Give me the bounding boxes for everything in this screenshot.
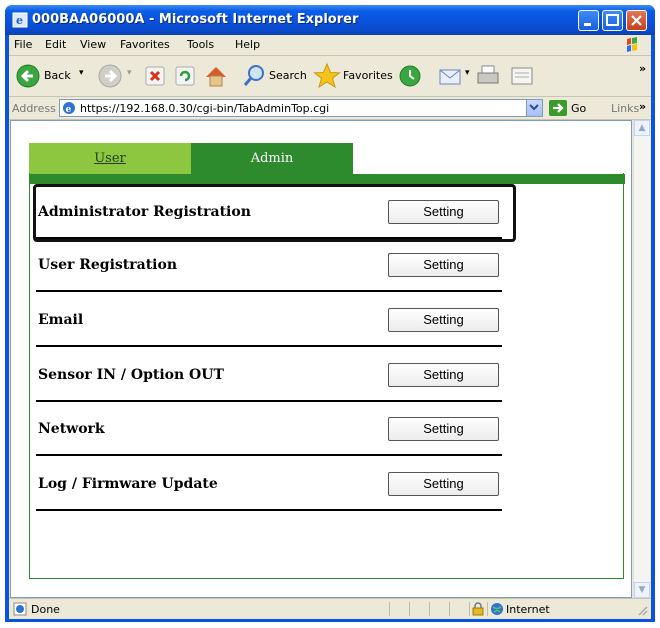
home-icon[interactable] [203,62,229,90]
address-bar: Address e https://192.168.0.30/cgi-bin/T… [9,97,651,120]
scroll-down-icon[interactable]: ▼ [634,582,650,598]
tab-admin[interactable]: Admin [191,143,353,174]
page-done-icon [13,602,27,616]
maximize-icon [606,14,619,26]
back-arrow-icon[interactable] [15,62,41,90]
mail-icon[interactable] [437,62,465,90]
setting-label: Log / Firmware Update [38,476,218,492]
search-label[interactable]: Search [269,69,307,82]
tab-user[interactable]: User [29,143,191,174]
setting-row-administrator-registration: Administrator Registration Setting [33,184,516,242]
status-bar: Done Internet [9,598,651,619]
tab-user-label[interactable]: User [94,151,126,166]
back-dropdown-icon[interactable]: ▾ [79,68,84,78]
status-divider [487,602,488,616]
zone-text: Internet [506,603,550,616]
status-divider [449,602,450,616]
setting-button[interactable]: Setting [388,472,499,496]
edit-page-icon[interactable] [509,62,535,90]
go-label[interactable]: Go [571,102,586,115]
setting-label: User Registration [38,257,177,273]
setting-label: Email [38,312,84,328]
links-label[interactable]: Links [611,102,639,115]
setting-button[interactable]: Setting [388,200,499,224]
vertical-scrollbar[interactable]: ▲ ▼ [633,120,650,598]
address-input[interactable]: e https://192.168.0.30/cgi-bin/TabAdminT… [59,99,543,117]
svg-text:e: e [16,14,23,27]
row-divider [36,290,502,292]
minimize-icon [584,23,591,26]
row-divider [36,454,502,456]
setting-row-user-registration: User Registration Setting [36,240,502,292]
status-divider [389,602,390,616]
favorites-label[interactable]: Favorites [343,69,393,82]
setting-button[interactable]: Setting [388,363,499,387]
menu-tools[interactable]: Tools [187,38,214,51]
address-url: https://192.168.0.30/cgi-bin/TabAdminTop… [80,102,330,115]
print-icon[interactable] [475,62,501,90]
setting-label: Sensor IN / Option OUT [38,367,224,383]
tab-admin-label: Admin [250,151,294,166]
close-button[interactable] [626,10,647,31]
setting-button[interactable]: Setting [388,417,499,441]
row-divider [36,509,502,511]
close-icon [631,15,642,26]
back-label[interactable]: Back [44,69,71,82]
menu-view[interactable]: View [80,38,106,51]
history-icon[interactable] [397,62,423,90]
title-bar[interactable]: e 000BAA06000A - Microsoft Internet Expl… [5,5,655,35]
setting-row-sensor-in-option-out: Sensor IN / Option OUT Setting [36,350,502,402]
menu-favorites[interactable]: Favorites [120,38,170,51]
browser-window: e 000BAA06000A - Microsoft Internet Expl… [5,5,655,622]
row-divider [36,237,502,239]
address-label: Address [12,102,56,115]
menu-file[interactable]: File [14,38,32,51]
setting-button[interactable]: Setting [388,253,499,277]
favorites-star-icon[interactable] [313,62,341,90]
mail-dropdown-icon[interactable]: ▾ [465,68,470,78]
status-divider [429,602,430,616]
search-icon[interactable] [241,62,267,90]
page-icon: e [63,102,75,115]
svg-text:e: e [66,105,72,115]
row-divider [36,345,502,347]
internet-zone-icon [491,603,503,615]
resize-grip-icon[interactable] [637,605,649,617]
status-text: Done [31,603,60,616]
links-overflow-icon[interactable]: » [639,100,646,113]
browser-client: File Edit View Favorites Tools Help Back… [9,35,651,619]
window-title: 000BAA06000A - Microsoft Internet Explor… [32,12,359,27]
toolbar-overflow-icon[interactable]: » [639,62,646,75]
menu-edit[interactable]: Edit [45,38,66,51]
forward-arrow-icon[interactable] [97,62,123,90]
refresh-icon[interactable] [173,62,197,90]
go-arrow-icon [553,103,564,113]
address-dropdown-button[interactable] [526,100,542,116]
stop-icon[interactable] [143,62,167,90]
ie-app-icon: e [12,12,28,28]
maximize-button[interactable] [602,10,623,31]
minimize-button[interactable] [578,10,599,31]
scroll-up-icon[interactable]: ▲ [634,120,650,136]
chevron-down-icon [529,104,539,111]
go-button[interactable] [549,100,567,116]
setting-button[interactable]: Setting [388,308,499,332]
forward-dropdown-icon[interactable]: ▾ [127,68,132,78]
setting-row-network: Network Setting [36,404,502,456]
menu-help[interactable]: Help [235,38,260,51]
page-viewport: User Admin Administrator Registration Se… [10,120,632,598]
status-divider [469,602,470,616]
setting-row-log-firmware-update: Log / Firmware Update Setting [36,459,502,511]
menu-bar: File Edit View Favorites Tools Help [9,35,651,56]
row-divider [36,400,502,402]
setting-row-email: Email Setting [36,295,502,347]
windows-logo-icon [619,36,645,54]
setting-label: Administrator Registration [38,204,251,220]
admin-panel: Administrator Registration Setting User … [29,173,624,579]
tab-bar: User Admin [29,143,625,184]
status-divider [409,602,410,616]
setting-label: Network [38,421,105,437]
lock-icon[interactable] [471,602,485,616]
standard-toolbar: Back ▾ ▾ Search Favorites ▾ » [9,56,651,97]
